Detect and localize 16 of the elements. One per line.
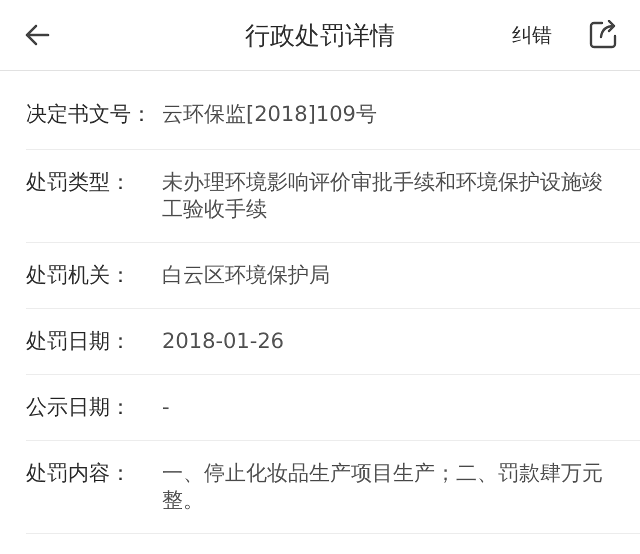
- field-value: 云环保监[2018]109号: [162, 101, 378, 128]
- field-value: 2018-01-26: [162, 328, 286, 355]
- field-value: -: [162, 394, 171, 421]
- field-value: 白云区环境保护局: [162, 262, 331, 289]
- field-label: 处罚类型：: [26, 169, 132, 196]
- field-label: 决定书文号：: [26, 101, 153, 128]
- report-error-button[interactable]: 纠错: [512, 22, 552, 48]
- field-value: 未办理环境影响评价审批手续和环境保护设施竣工验收手续: [162, 169, 604, 223]
- field-value: 一、停止化妆品生产项目生产；二、罚款肆万元整。: [162, 460, 604, 514]
- share-icon[interactable]: [588, 20, 618, 50]
- field-label: 处罚日期：: [26, 328, 132, 355]
- field-label: 处罚内容：: [26, 460, 132, 487]
- back-icon[interactable]: [24, 24, 50, 46]
- field-label: 公示日期：: [26, 394, 132, 421]
- page-title: 行政处罚详情: [245, 20, 395, 52]
- field-label: 处罚机关：: [26, 262, 132, 289]
